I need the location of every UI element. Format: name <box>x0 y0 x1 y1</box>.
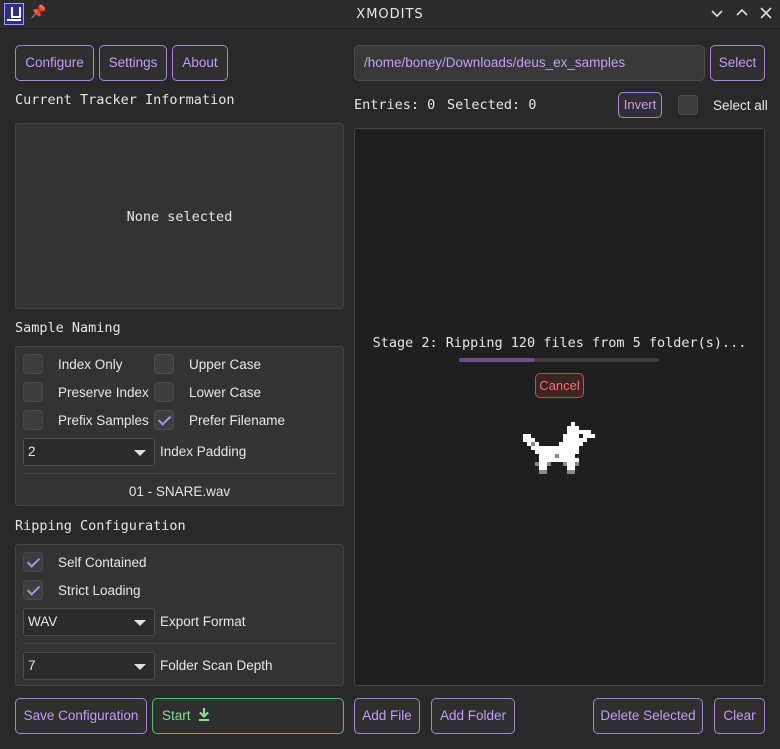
entries-view[interactable] <box>354 128 765 686</box>
select-all-checkbox[interactable] <box>678 95 698 115</box>
close-icon[interactable] <box>757 4 775 22</box>
ripping-progress-fill <box>459 358 535 362</box>
divider <box>23 473 336 474</box>
self-contained-label: Self Contained <box>58 555 147 570</box>
save-configuration-button[interactable]: Save Configuration <box>15 698 147 734</box>
clear-button[interactable]: Clear <box>714 698 765 734</box>
export-format-select[interactable]: WAV <box>23 608 155 636</box>
ripping-status-text: Stage 2: Ripping 120 files from 5 folder… <box>372 335 747 351</box>
export-format-value: WAV <box>28 614 58 629</box>
ripping-progress-bar <box>459 358 659 362</box>
chevron-down-icon <box>134 450 146 456</box>
settings-button[interactable]: Settings <box>99 45 167 81</box>
tracker-info-panel: None selected <box>15 123 344 309</box>
prefer-filename-checkbox[interactable] <box>154 410 174 430</box>
strict-loading-checkbox[interactable] <box>23 580 43 600</box>
scan-depth-label: Folder Scan Depth <box>160 658 273 673</box>
start-button[interactable]: Start <box>152 698 344 734</box>
select-button[interactable]: Select <box>710 45 765 81</box>
divider <box>23 643 336 644</box>
index-padding-select[interactable]: 2 <box>23 438 155 466</box>
invert-button[interactable]: Invert <box>618 92 662 118</box>
upper-case-label: Upper Case <box>189 357 262 372</box>
strict-loading-label: Strict Loading <box>58 583 141 598</box>
lower-case-label: Lower Case <box>189 385 262 400</box>
preserve-index-label: Preserve Index <box>58 385 149 400</box>
index-padding-value: 2 <box>28 444 36 459</box>
chevron-down-icon <box>134 664 146 670</box>
select-all-label: Select all <box>713 98 768 113</box>
folder-path-field[interactable]: /home/boney/Downloads/deus_ex_samples <box>354 45 705 81</box>
delete-selected-button[interactable]: Delete Selected <box>593 698 703 734</box>
tracker-empty-text: None selected <box>126 209 233 225</box>
entries-count: Entries: 0 <box>354 97 436 113</box>
selected-count: Selected: 0 <box>447 97 537 113</box>
index-only-checkbox[interactable] <box>23 354 43 374</box>
chevron-up-icon[interactable] <box>733 4 751 22</box>
chevron-down-icon <box>134 620 146 626</box>
ripping-config-heading: Ripping Configuration <box>15 518 186 534</box>
chevron-down-icon[interactable] <box>708 4 726 22</box>
about-button[interactable]: About <box>172 45 228 81</box>
add-folder-button[interactable]: Add Folder <box>431 698 515 734</box>
start-label: Start <box>162 708 191 723</box>
lower-case-checkbox[interactable] <box>154 382 174 402</box>
add-file-button[interactable]: Add File <box>354 698 420 734</box>
prefix-samples-checkbox[interactable] <box>23 410 43 430</box>
export-format-label: Export Format <box>160 614 246 629</box>
prefer-filename-label: Prefer Filename <box>189 413 286 428</box>
preserve-index-checkbox[interactable] <box>23 382 43 402</box>
fox-sprite <box>523 422 595 474</box>
scan-depth-select[interactable]: 7 <box>23 652 155 680</box>
index-only-label: Index Only <box>58 357 123 372</box>
self-contained-checkbox[interactable] <box>23 552 43 572</box>
window-title: XMODITS <box>356 7 424 22</box>
naming-preview: 01 - SNARE.wav <box>128 484 231 499</box>
upper-case-checkbox[interactable] <box>154 354 174 374</box>
title-bar: 📌 XMODITS <box>0 0 780 29</box>
download-icon <box>199 708 210 721</box>
cancel-button[interactable]: Cancel <box>535 373 584 398</box>
scan-depth-value: 7 <box>28 658 36 673</box>
tracker-info-heading: Current Tracker Information <box>15 92 235 108</box>
configure-button[interactable]: Configure <box>15 45 94 81</box>
sample-naming-heading: Sample Naming <box>15 320 121 336</box>
prefix-samples-label: Prefix Samples <box>58 413 149 428</box>
index-padding-label: Index Padding <box>160 444 247 459</box>
